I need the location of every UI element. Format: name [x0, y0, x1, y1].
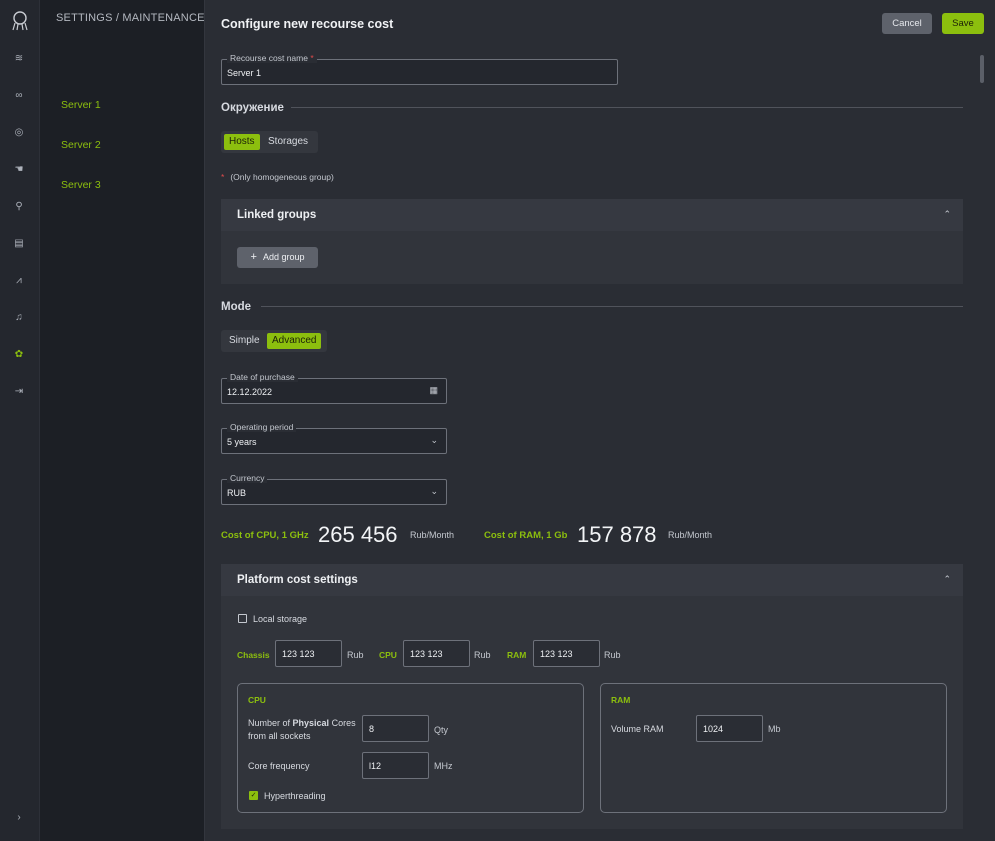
nodes-icon[interactable]: ∞	[12, 89, 26, 103]
radar-icon[interactable]: ◎	[12, 126, 26, 140]
platform-cost-title: Platform cost settings	[237, 574, 358, 586]
icon-rail: ≋ ∞ ◎ ☚ ⚲ ▤ ⩘ ♫ ✿ ⇥ ›	[0, 0, 40, 841]
environment-heading: Окружение	[221, 102, 284, 114]
cores-label: Number of Physical Cores from all socket…	[248, 718, 356, 741]
currency-label: Currency	[227, 473, 268, 483]
cost-ram-unit: Rub/Month	[668, 530, 713, 540]
hyperthreading-checkbox[interactable]: ✓	[249, 791, 258, 800]
breadcrumb: SETTINGS / MAINTENANCE /	[56, 12, 212, 24]
date-of-purchase-label: Date of purchase	[227, 372, 298, 382]
ram-box-title: RAM	[611, 695, 631, 705]
volume-ram-unit: Mb	[768, 724, 781, 734]
mode-option-advanced[interactable]: Advanced	[267, 333, 322, 349]
operating-period-label: Operating period	[227, 422, 297, 432]
chart-icon[interactable]: ⩘	[12, 274, 26, 288]
linked-groups-card: Linked groups ⌃ + Add group	[221, 199, 963, 284]
operating-period-select[interactable]: Operating period 5 years ⌄	[221, 422, 447, 454]
cost-ram-label: Cost of RAM, 1 Gb	[484, 530, 568, 541]
resource-name-field[interactable]: Recourse cost name * Server 1	[221, 53, 618, 85]
volume-ram-input[interactable]: 1024	[696, 715, 763, 742]
bell-icon[interactable]: ♫	[12, 311, 26, 325]
local-storage-label: Local storage	[253, 614, 308, 624]
mode-heading: Mode	[221, 301, 252, 313]
hyperthreading-label: Hyperthreading	[264, 791, 326, 801]
logo-icon[interactable]	[10, 10, 30, 32]
platform-cost-card: Platform cost settings ⌃ Local storage C…	[221, 564, 963, 829]
divider	[261, 306, 963, 307]
server-item[interactable]: Server 3	[61, 179, 101, 191]
core-frequency-label: Core frequency	[248, 761, 310, 771]
server-item[interactable]: Server 2	[61, 139, 101, 151]
cost-cpu-value: 265 456	[318, 522, 398, 547]
cost-ram-value: 157 878	[577, 522, 657, 547]
environment-switch: Hosts Storages	[221, 131, 318, 153]
search-icon[interactable]: ⚲	[12, 200, 26, 214]
cpu-price-label: CPU	[379, 650, 397, 660]
ram-price-label: RAM	[507, 650, 527, 660]
logout-icon[interactable]: ⇥	[12, 385, 26, 399]
currency-value: RUB	[227, 488, 247, 498]
hand-icon[interactable]: ☚	[12, 163, 26, 177]
date-of-purchase-field[interactable]: Date of purchase 12.12.2022 ▦	[221, 372, 447, 404]
settings-icon[interactable]: ✿	[12, 348, 26, 362]
panel-title: Configure new recourse cost	[221, 17, 394, 31]
core-frequency-input[interactable]: l12	[362, 752, 429, 779]
chevron-down-icon[interactable]: ⌄	[430, 486, 438, 497]
chassis-input[interactable]: 123 123	[275, 640, 342, 667]
divider	[291, 107, 963, 108]
core-frequency-unit: MHz	[434, 761, 453, 771]
cost-cpu-unit: Rub/Month	[410, 530, 455, 540]
operating-period-value: 5 years	[227, 437, 257, 447]
ram-price-unit: Rub	[604, 650, 621, 660]
chassis-label: Chassis	[237, 650, 270, 660]
mode-switch: Simple Advanced	[221, 330, 327, 352]
cancel-button[interactable]: Cancel	[882, 13, 932, 34]
environment-note: * (Only homogeneous group)	[221, 172, 334, 182]
local-storage-checkbox[interactable]	[238, 614, 247, 623]
platform-cost-header[interactable]: Platform cost settings ⌃	[221, 564, 963, 596]
cpu-settings-box: CPU Number of Physical Cores from all so…	[237, 683, 584, 813]
volume-ram-label: Volume RAM	[611, 724, 664, 734]
cpu-price-unit: Rub	[474, 650, 491, 660]
ram-settings-box: RAM Volume RAM 1024 Mb	[600, 683, 947, 813]
mode-option-simple[interactable]: Simple	[224, 333, 265, 349]
add-group-button[interactable]: + Add group	[237, 247, 318, 268]
scrollbar[interactable]	[980, 50, 984, 835]
currency-select[interactable]: Currency RUB ⌄	[221, 473, 447, 505]
ram-price-input[interactable]: 123 123	[533, 640, 600, 667]
linked-groups-title: Linked groups	[237, 209, 317, 221]
chevron-up-icon[interactable]: ⌃	[943, 209, 951, 220]
plus-icon: +	[250, 251, 257, 263]
linked-groups-header[interactable]: Linked groups ⌃	[221, 199, 963, 231]
server-list-pane: SETTINGS / MAINTENANCE / Server 1 Server…	[40, 0, 211, 841]
scrollbar-thumb[interactable]	[980, 55, 984, 83]
cores-input[interactable]: 8	[362, 715, 429, 742]
env-option-hosts[interactable]: Hosts	[224, 134, 260, 150]
expand-icon[interactable]: ›	[12, 811, 26, 825]
calendar-icon[interactable]: ▦	[429, 385, 438, 396]
cpu-box-title: CPU	[248, 695, 266, 705]
layers-icon[interactable]: ≋	[12, 52, 26, 66]
save-button[interactable]: Save	[942, 13, 984, 34]
date-of-purchase-value: 12.12.2022	[227, 387, 273, 397]
chassis-unit: Rub	[347, 650, 364, 660]
chevron-down-icon[interactable]: ⌄	[430, 435, 438, 446]
cost-cpu-label: Cost of CPU, 1 GHz	[221, 530, 309, 541]
cpu-price-input[interactable]: 123 123	[403, 640, 470, 667]
cores-unit: Qty	[434, 725, 449, 735]
resource-name-value: Server 1	[227, 68, 262, 78]
configure-panel: Configure new recourse cost Cancel Save …	[204, 0, 995, 841]
resource-name-label: Recourse cost name *	[227, 53, 317, 63]
server-item[interactable]: Server 1	[61, 99, 101, 111]
document-icon[interactable]: ▤	[12, 237, 26, 251]
chevron-up-icon[interactable]: ⌃	[943, 574, 951, 585]
env-option-storages[interactable]: Storages	[263, 134, 313, 150]
